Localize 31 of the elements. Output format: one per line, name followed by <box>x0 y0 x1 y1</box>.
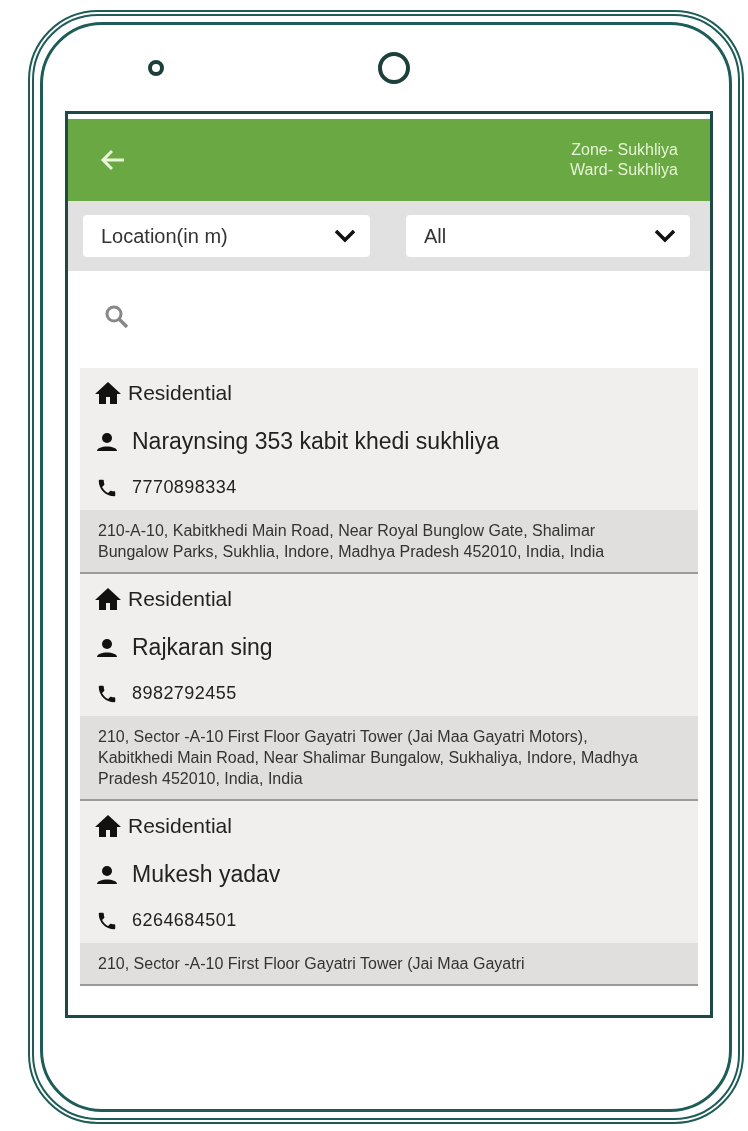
address-text: 210, Sector -A-10 First Floor Gayatri Tower (Jai Maa Gayatri Motors), Kabitkhedi Main Road, Near Shalimar Bungalow, Sukhaliya, Indore, Madhya Pradesh 452010, India, India <box>98 727 639 789</box>
person-icon <box>96 431 118 452</box>
dropdown[interactable]: All <box>406 215 690 257</box>
address-text: 210, Sector -A-10 First Floor Gayatri Tower (Jai Maa Gayatri <box>98 954 526 974</box>
chevron-down-icon <box>334 229 356 243</box>
category-label: Residential <box>128 586 232 613</box>
back-arrow-icon[interactable] <box>100 149 126 171</box>
ward-label: Ward- Sukhliya <box>570 160 678 180</box>
person-icon <box>96 637 118 658</box>
record-card[interactable] <box>80 574 698 801</box>
phone-number: 6264684501 <box>132 909 237 932</box>
owner-name: Mukesh yadav <box>132 860 281 890</box>
owner-name: Rajkaran sing <box>132 633 273 663</box>
camera-icon <box>148 60 164 76</box>
home-icon <box>94 381 122 405</box>
phone-number: 7770898334 <box>132 476 237 499</box>
zone-label: Zone- Sukhliya <box>571 140 678 160</box>
speaker-icon <box>378 52 410 84</box>
address-text: 210-A-10, Kabitkhedi Main Road, Near Royal Bunglow Gate, Shalimar Bungalow Parks, Sukhlia, Indore, Madhya Pradesh 452010, India, India <box>98 521 606 562</box>
chevron-down-icon <box>654 229 676 243</box>
search-icon <box>104 304 130 330</box>
home-icon <box>94 587 122 611</box>
home-icon <box>94 814 122 838</box>
phone-number: 8982792455 <box>132 682 237 705</box>
owner-name: Naraynsing 353 kabit khedi sukhliya <box>132 427 499 457</box>
record-card[interactable]: Residential Mukesh yadav 6264684501 210, Sector -A-10 First Floor Gayatri Tower (Jai Maa Gayatri <box>80 801 698 986</box>
dropdown[interactable]: Location(in m) <box>83 215 370 257</box>
record-card[interactable]: Residential Naraynsing 353 kabit khedi sukhliya 7770898334 210-A-10, Kabitkhedi Main Road, Near Royal Bunglow Gate, Shalimar Bungalow Parks, Sukhlia, Indore, Madhya Pradesh 452010, India, India <box>80 368 698 574</box>
category-label: Residential <box>128 813 232 840</box>
person-icon <box>96 864 118 885</box>
category-label: Residential <box>128 380 232 407</box>
